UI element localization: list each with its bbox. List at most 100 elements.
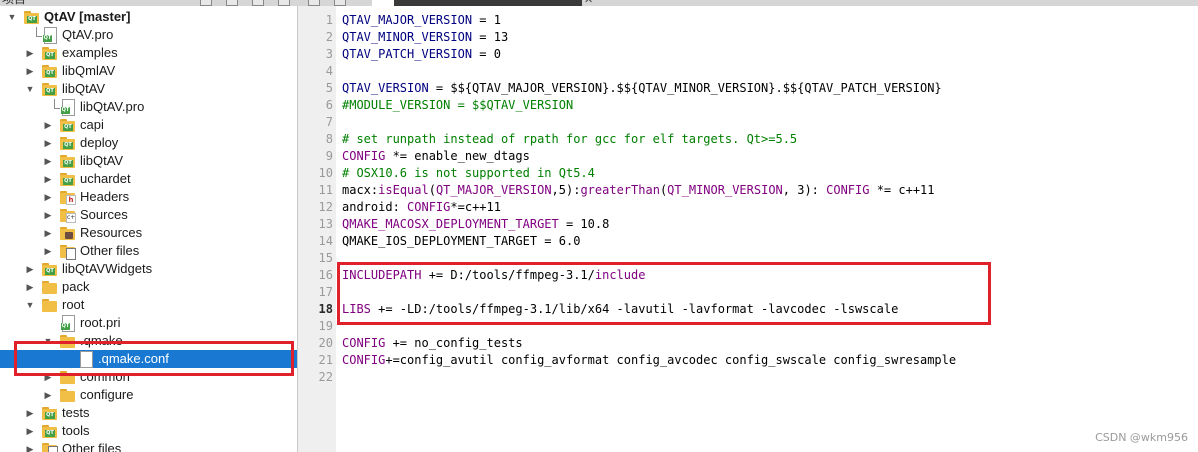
code-token: android: <box>342 200 408 214</box>
folder-other-files-icon <box>42 441 58 452</box>
folder-qt-icon: QT <box>60 171 76 187</box>
tree-item[interactable]: ▶ QT deploy <box>0 134 297 152</box>
code-token: CONFIG <box>407 200 451 214</box>
code-line[interactable]: 7 <box>298 114 1198 131</box>
code-text: # OSX10.6 is not supported in Qt5.4 <box>342 165 595 182</box>
code-token: CONFIG <box>826 183 870 197</box>
code-text: CONFIG+=config_avutil config_avformat co… <box>342 352 956 369</box>
chevron-right-icon[interactable]: ▶ <box>42 188 54 206</box>
code-token: QTAV_PATCH_VERSION <box>342 47 473 61</box>
tree-item-label: capi <box>80 117 104 132</box>
code-text: CONFIG *= enable_new_dtags <box>342 148 530 165</box>
tree-item[interactable]: ▶ QT libQmlAV <box>0 62 297 80</box>
code-line[interactable]: 9 CONFIG *= enable_new_dtags <box>298 148 1198 165</box>
chevron-right-icon[interactable]: ▶ <box>42 170 54 188</box>
tree-item[interactable]: ▼ QT libQtAV <box>0 80 297 98</box>
tree-item[interactable]: ▶ c+ Sources <box>0 206 297 224</box>
code-line[interactable]: 14 QMAKE_IOS_DEPLOYMENT_TARGET = 6.0 <box>298 233 1198 250</box>
tree-item-label: configure <box>80 387 134 402</box>
code-text: android: CONFIG*=c++11 <box>342 199 501 216</box>
tree-item[interactable]: ▶ QT tools <box>0 422 297 440</box>
chevron-down-icon[interactable]: ▼ <box>6 8 18 26</box>
tree-item-label: deploy <box>80 135 119 150</box>
chevron-right-icon[interactable]: ▶ <box>42 152 54 170</box>
tree-item[interactable]: ▶ QT uchardet <box>0 170 297 188</box>
tree-item[interactable]: ▶ h Headers <box>0 188 297 206</box>
code-token: = 13 <box>472 30 509 44</box>
tree-item[interactable]: ▶ configure <box>0 386 297 404</box>
tree-item[interactable]: QT QtAV.pro <box>0 26 297 44</box>
chevron-right-icon[interactable]: ▶ <box>24 404 36 422</box>
code-line[interactable]: 6 #MODULE_VERSION = $$QTAV_VERSION <box>298 97 1198 114</box>
chevron-down-icon[interactable]: ▼ <box>24 296 36 314</box>
line-number: 17 <box>318 285 333 299</box>
code-token: # set runpath instead of rpath for gcc f… <box>342 132 798 146</box>
tree-item[interactable]: ▶ Resources <box>0 224 297 242</box>
code-token: *= c++11 <box>869 183 935 197</box>
chevron-right-icon[interactable]: ▶ <box>42 206 54 224</box>
tree-item-label: libQtAV <box>80 153 124 168</box>
tree-item-label: Headers <box>80 189 130 204</box>
chevron-down-icon[interactable]: ▼ <box>24 80 36 98</box>
tree-item[interactable]: ▼ QT QtAV [master] <box>0 8 297 26</box>
tree-item-label: libQmlAV <box>62 63 116 78</box>
code-token: , 3): <box>782 183 827 197</box>
project-tree: ▼ QT QtAV [master] QT QtAV.pro ▶ QT examples ▶ QT… <box>0 6 297 452</box>
code-line[interactable]: 21 CONFIG+=config_avutil config_avformat … <box>298 352 1198 369</box>
tree-item-label: pack <box>62 279 90 294</box>
code-editor[interactable]: 1 QTAV_MAJOR_VERSION = 1 2 QTAV_MINOR_VERSI… <box>298 6 1198 452</box>
tree-item-label: examples <box>62 45 118 60</box>
code-token: CONFIG <box>342 149 386 163</box>
tree-item[interactable]: ▶ QT libQtAV <box>0 152 297 170</box>
code-line[interactable]: 8 # set runpath instead of rpath for gcc … <box>298 131 1198 148</box>
line-number: 22 <box>318 370 333 384</box>
line-number: 3 <box>325 47 333 61</box>
code-line[interactable]: 3 QTAV_PATCH_VERSION = 0 <box>298 46 1198 63</box>
annotation-box-editor <box>337 262 991 325</box>
tree-item[interactable]: QT libQtAV.pro <box>0 98 297 116</box>
code-line[interactable]: 11 macx:isEqual(QT_MAJOR_VERSION,5):great… <box>298 182 1198 199</box>
tree-item-label: tests <box>62 405 90 420</box>
code-line[interactable]: 1 QTAV_MAJOR_VERSION = 1 <box>298 12 1198 29</box>
code-line[interactable]: 13 QMAKE_MACOSX_DEPLOYMENT_TARGET = 10.8 <box>298 216 1198 233</box>
tree-item[interactable]: QT root.pri <box>0 314 297 332</box>
tree-item[interactable]: ▶ QT libQtAVWidgets <box>0 260 297 278</box>
tree-item-label: Other files <box>80 243 140 258</box>
code-line[interactable]: 22 <box>298 369 1198 386</box>
tree-item[interactable]: ▶ Other files <box>0 440 297 452</box>
qt-project-file-icon: QT <box>54 99 76 116</box>
tree-item[interactable]: ▶ QT examples <box>0 44 297 62</box>
tree-item[interactable]: ▶ Other files <box>0 242 297 260</box>
chevron-right-icon[interactable]: ▶ <box>24 278 36 296</box>
code-line[interactable]: 2 QTAV_MINOR_VERSION = 13 <box>298 29 1198 46</box>
tree-item[interactable]: ▶ QT capi <box>0 116 297 134</box>
tree-item[interactable]: ▼ root <box>0 296 297 314</box>
folder-sources-icon: c+ <box>60 207 76 223</box>
code-token: = 1 <box>472 13 501 27</box>
chevron-right-icon[interactable]: ▶ <box>24 44 36 62</box>
tree-item[interactable]: ▶ QT tests <box>0 404 297 422</box>
folder-qt-icon: QT <box>60 135 76 151</box>
chevron-right-icon[interactable]: ▶ <box>24 440 36 452</box>
chevron-right-icon[interactable]: ▶ <box>42 134 54 152</box>
code-token: *= enable_new_dtags <box>385 149 530 163</box>
pri-file-icon: QT <box>60 315 76 332</box>
code-line[interactable]: 20 CONFIG += no_config_tests <box>298 335 1198 352</box>
tree-item[interactable]: ▶ pack <box>0 278 297 296</box>
code-token: QTAV_VERSION <box>342 81 429 95</box>
chevron-right-icon[interactable]: ▶ <box>42 386 54 404</box>
chevron-right-icon[interactable]: ▶ <box>42 242 54 260</box>
code-line[interactable]: 10 # OSX10.6 is not supported in Qt5.4 <box>298 165 1198 182</box>
chevron-right-icon[interactable]: ▶ <box>24 62 36 80</box>
code-token: #MODULE_VERSION = $$QTAV_VERSION <box>342 98 574 112</box>
chevron-right-icon[interactable]: ▶ <box>42 116 54 134</box>
chevron-right-icon[interactable]: ▶ <box>24 422 36 440</box>
chevron-right-icon[interactable]: ▶ <box>24 260 36 278</box>
code-line[interactable]: 5 QTAV_VERSION = $${QTAV_MAJOR_VERSION}.$… <box>298 80 1198 97</box>
code-token: QTAV_MAJOR_VERSION <box>342 13 473 27</box>
chevron-right-icon[interactable]: ▶ <box>42 224 54 242</box>
code-line[interactable]: 4 <box>298 63 1198 80</box>
line-number: 11 <box>318 183 333 197</box>
code-token: macx <box>342 183 371 197</box>
code-line[interactable]: 12 android: CONFIG*=c++11 <box>298 199 1198 216</box>
